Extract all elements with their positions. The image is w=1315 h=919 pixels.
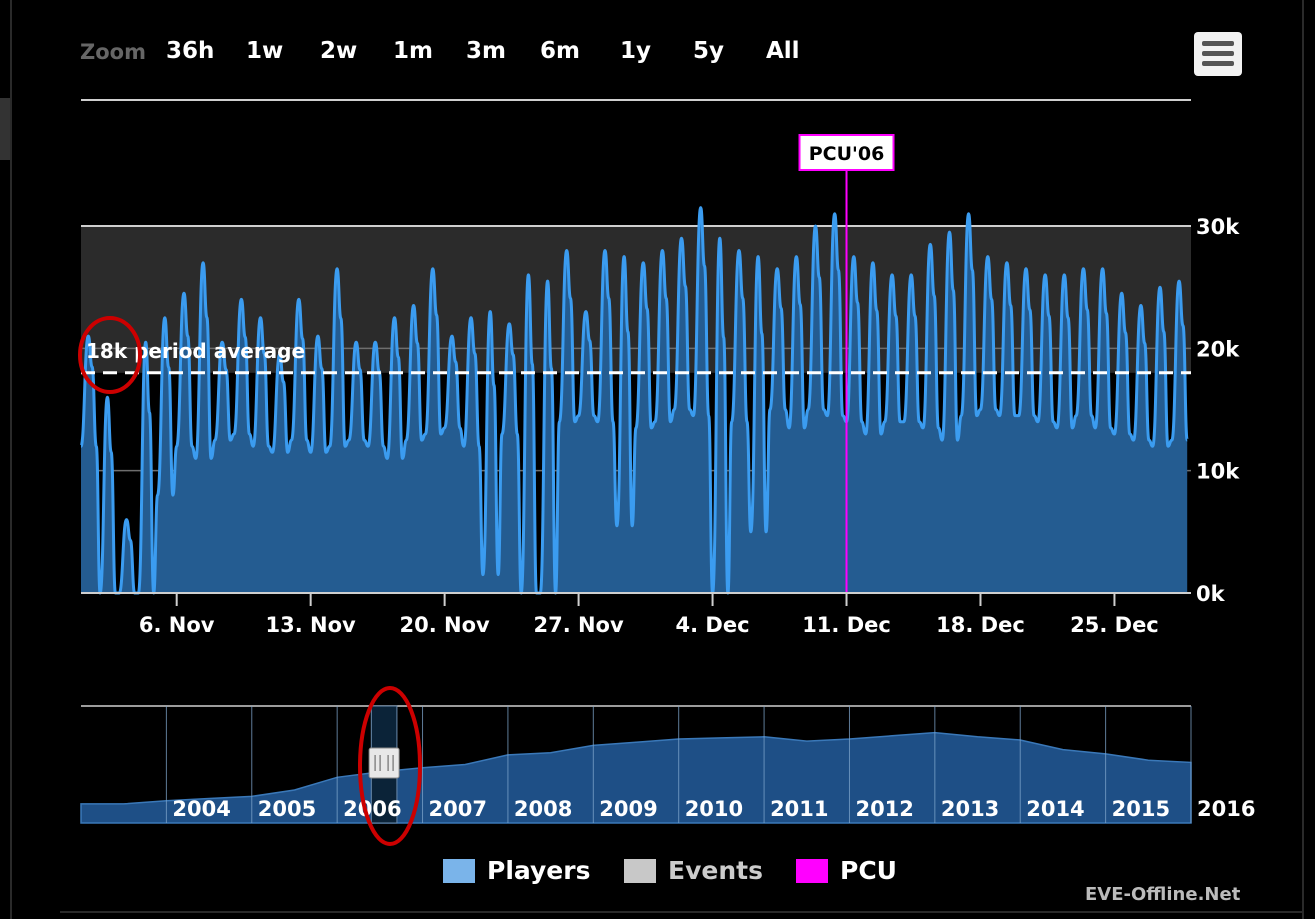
y-tick-label: 0k xyxy=(1196,582,1226,606)
navigator-handle-box xyxy=(368,747,400,779)
player-count-chart: 18k period average PCU'06 6. Nov 13. Nov 2… xyxy=(78,99,1255,846)
navigator-year-label: 2008 xyxy=(514,797,572,821)
navigator: 2004 2005 2006 2007 2008 2009 2010 2011 2012 2013… xyxy=(80,686,1255,846)
average-label: 18k period average xyxy=(86,339,305,363)
legend-item-pcu[interactable]: PCU xyxy=(796,856,897,885)
navigator-year-label: 2014 xyxy=(1026,797,1084,821)
x-tick-label: 6. Nov xyxy=(139,613,215,637)
events-swatch-icon xyxy=(624,858,656,883)
navigator-year-label: 2004 xyxy=(172,797,230,821)
x-tick-label: 25. Dec xyxy=(1070,613,1159,637)
navigator-year-label: 2009 xyxy=(599,797,657,821)
y-tick-label: 10k xyxy=(1196,460,1240,484)
x-tick-label: 20. Nov xyxy=(400,613,491,637)
navigator-handle[interactable] xyxy=(368,747,400,779)
legend-item-events[interactable]: Events xyxy=(624,856,763,885)
pcu-flag-label: PCU'06 xyxy=(809,143,885,165)
legend-item-players[interactable]: Players xyxy=(443,856,590,885)
navigator-year-label: 2006 xyxy=(343,797,401,821)
navigator-year-label: 2016 xyxy=(1197,797,1255,821)
x-tick-label: 11. Dec xyxy=(802,613,891,637)
pcu-swatch-icon xyxy=(796,858,828,883)
x-tick-label: 27. Nov xyxy=(533,613,624,637)
y-tick-label: 30k xyxy=(1196,215,1240,239)
navigator-year-label: 2011 xyxy=(770,797,828,821)
navigator-year-label: 2015 xyxy=(1112,797,1170,821)
legend-label-pcu: PCU xyxy=(840,856,897,885)
navigator-year-label: 2005 xyxy=(258,797,316,821)
credit-text: EVE-Offline.Net xyxy=(1085,884,1241,905)
y-tick-label: 20k xyxy=(1196,337,1240,361)
x-tick-label: 18. Dec xyxy=(936,613,1025,637)
legend-label-events: Events xyxy=(668,856,763,885)
x-tick-label: 4. Dec xyxy=(676,613,750,637)
navigator-year-label: 2013 xyxy=(941,797,999,821)
navigator-year-label: 2012 xyxy=(855,797,913,821)
x-tick-label: 13. Nov xyxy=(266,613,357,637)
navigator-year-label: 2007 xyxy=(429,797,487,821)
legend-label-players: Players xyxy=(487,856,591,885)
pcu-flag[interactable]: PCU'06 xyxy=(798,134,895,171)
players-swatch-icon xyxy=(443,858,475,883)
navigator-year-label: 2010 xyxy=(685,797,743,821)
